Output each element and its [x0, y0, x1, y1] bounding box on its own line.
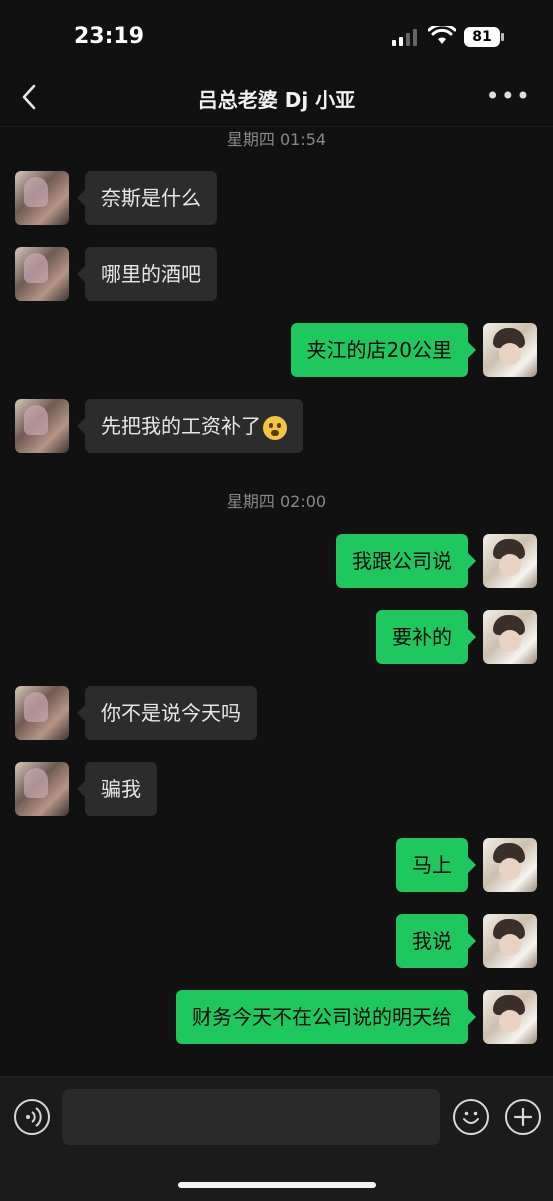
user-avatar[interactable] [483, 990, 537, 1044]
status-bar: 23:19 81 [0, 0, 553, 70]
timestamp: 星期四 01:54 [226, 130, 327, 149]
contact-avatar[interactable] [15, 762, 69, 816]
more-options-icon[interactable]: ••• [486, 82, 531, 110]
contact-avatar[interactable] [15, 686, 69, 740]
timestamp: 星期四 02:00 [226, 492, 327, 511]
chat-header: 吕总老婆 Dj 小亚 ••• [0, 70, 553, 127]
voice-input-button[interactable] [14, 1099, 50, 1135]
contact-avatar[interactable] [15, 399, 69, 453]
home-indicator[interactable] [178, 1182, 376, 1188]
message-row: 奈斯是什么 [0, 171, 553, 227]
chat-title: 吕总老婆 Dj 小亚 [197, 88, 356, 112]
user-avatar[interactable] [483, 534, 537, 588]
message-bubble[interactable]: 骗我 [77, 762, 157, 816]
message-bubble[interactable]: 你不是说今天吗 [77, 686, 257, 740]
message-row: 我跟公司说 [0, 534, 553, 590]
message-row: 骗我 [0, 762, 553, 818]
user-avatar[interactable] [483, 914, 537, 968]
message-row: 我说 [0, 914, 553, 970]
flushed-emoji-icon [263, 415, 287, 440]
chat-area[interactable]: 星期四 01:54 奈斯是什么 哪里的酒吧 夹江的店20公里 先把我的工资补了 … [0, 126, 553, 1076]
message-row: 先把我的工资补了 [0, 399, 553, 455]
message-bubble[interactable]: 马上 [396, 838, 476, 892]
signal-icon [392, 28, 420, 46]
message-bubble[interactable]: 我跟公司说 [336, 534, 476, 588]
smiley-icon [463, 1111, 479, 1124]
wifi-icon [428, 26, 456, 44]
plus-icon [513, 1107, 533, 1127]
message-bubble[interactable]: 我说 [396, 914, 476, 968]
user-avatar[interactable] [483, 323, 537, 377]
message-text: 先把我的工资补了 [101, 414, 261, 438]
message-row: 财务今天不在公司说的明天给 [0, 990, 553, 1046]
message-row: 哪里的酒吧 [0, 247, 553, 303]
more-actions-button[interactable] [505, 1099, 541, 1135]
message-row: 马上 [0, 838, 553, 894]
message-input[interactable] [62, 1089, 440, 1145]
battery-icon: 81 [464, 27, 504, 47]
message-row: 要补的 [0, 610, 553, 666]
message-row: 你不是说今天吗 [0, 686, 553, 742]
message-bubble[interactable]: 奈斯是什么 [77, 171, 217, 225]
message-bubble[interactable]: 财务今天不在公司说的明天给 [176, 990, 476, 1044]
message-row: 夹江的店20公里 [0, 323, 553, 379]
user-avatar[interactable] [483, 838, 537, 892]
contact-avatar[interactable] [15, 171, 69, 225]
status-time: 23:19 [74, 24, 145, 49]
message-bubble[interactable]: 哪里的酒吧 [77, 247, 217, 301]
user-avatar[interactable] [483, 610, 537, 664]
voice-wave-icon [26, 1107, 42, 1127]
emoji-button[interactable] [453, 1099, 489, 1135]
message-bubble[interactable]: 先把我的工资补了 [77, 399, 303, 453]
contact-avatar[interactable] [15, 247, 69, 301]
message-bubble[interactable]: 要补的 [376, 610, 476, 664]
message-bubble[interactable]: 夹江的店20公里 [290, 323, 477, 377]
